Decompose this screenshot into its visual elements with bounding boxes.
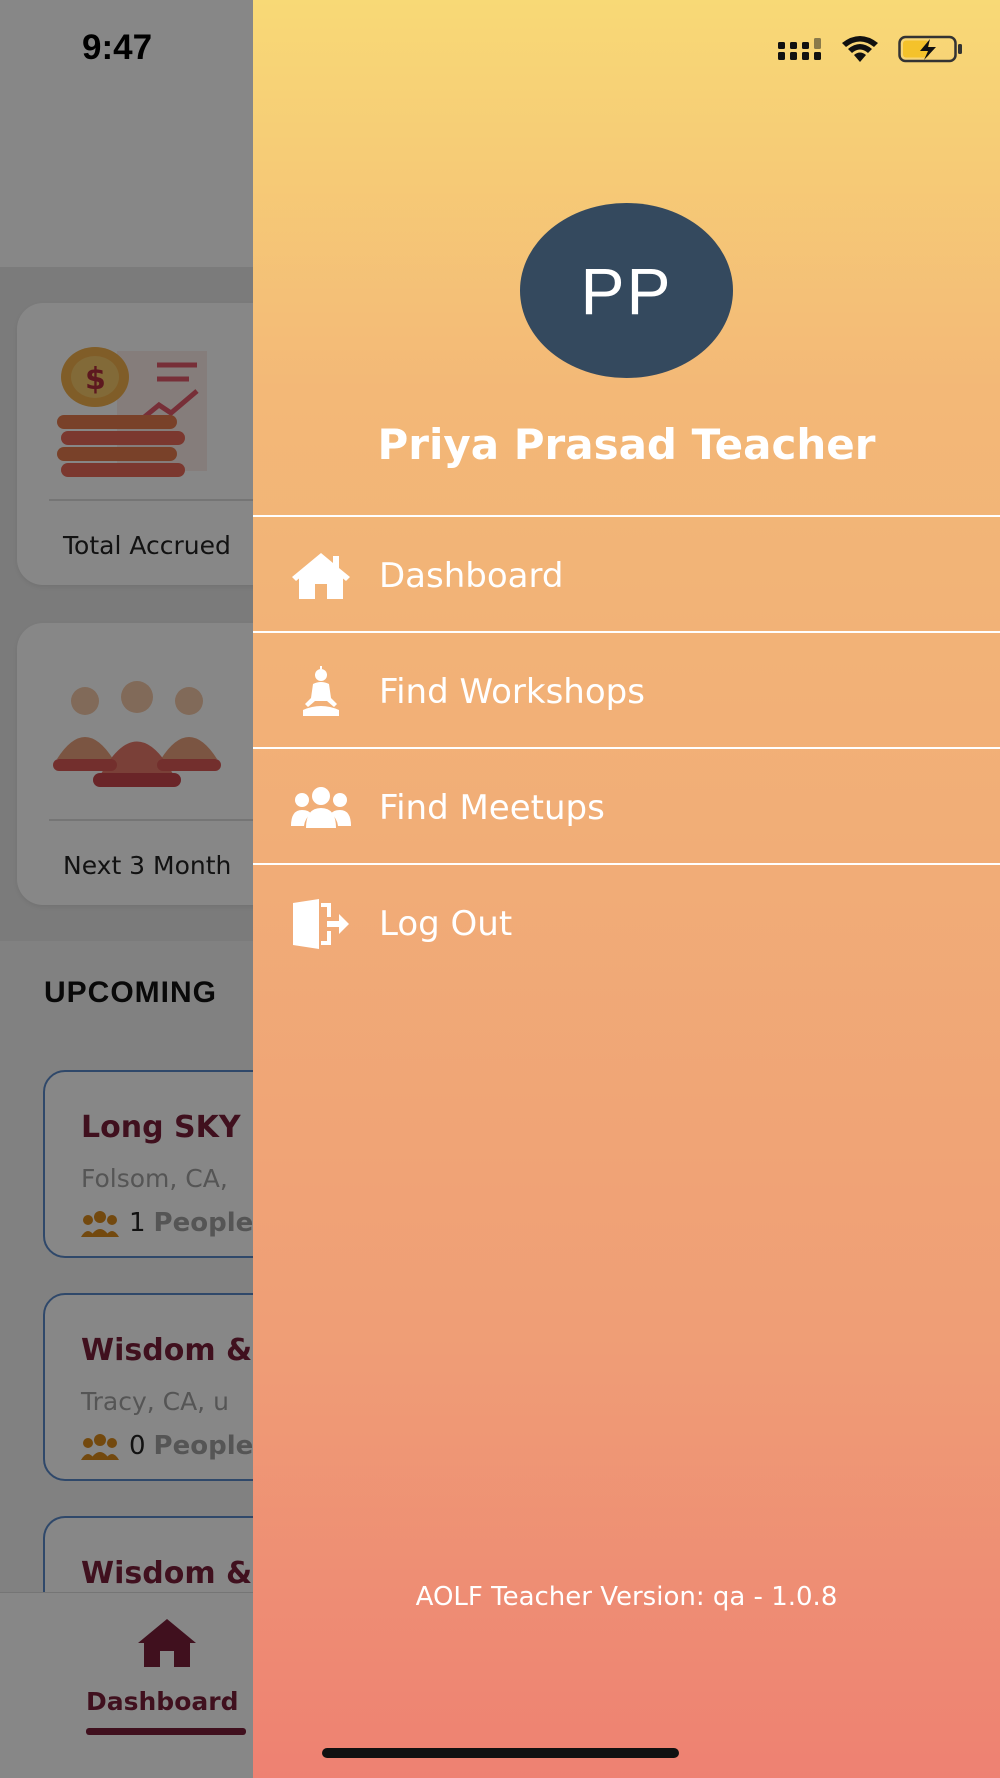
menu-divider — [253, 631, 1000, 633]
home-indicator — [322, 1748, 679, 1758]
avatar[interactable]: PP — [520, 203, 733, 378]
meditation-icon — [291, 666, 351, 718]
navigation-drawer: PP Priya Prasad Teacher Dashboard Find W… — [253, 0, 1000, 1778]
status-icons — [778, 34, 964, 64]
menu-item-find-workshops[interactable]: Find Workshops — [253, 635, 1000, 749]
battery-charging-icon — [898, 35, 962, 63]
menu-label-dashboard: Dashboard — [379, 556, 564, 596]
menu-divider — [253, 747, 1000, 749]
menu-item-find-meetups[interactable]: Find Meetups — [253, 751, 1000, 865]
home-icon — [291, 550, 351, 602]
logout-icon — [291, 898, 351, 950]
cellular-signal-icon — [778, 38, 821, 60]
menu-label-find-workshops: Find Workshops — [379, 672, 645, 712]
menu-divider — [253, 515, 1000, 517]
app-version: AOLF Teacher Version: qa - 1.0.8 — [415, 1582, 838, 1612]
menu-item-log-out[interactable]: Log Out — [253, 867, 1000, 981]
menu-label-find-meetups: Find Meetups — [379, 788, 605, 828]
wifi-icon — [842, 36, 878, 62]
menu-label-log-out: Log Out — [379, 904, 513, 944]
group-icon — [291, 782, 351, 834]
user-name: Priya Prasad Teacher — [377, 420, 876, 469]
status-time: 9:47 — [82, 28, 153, 67]
menu-divider — [253, 863, 1000, 865]
menu-item-dashboard[interactable]: Dashboard — [253, 519, 1000, 633]
